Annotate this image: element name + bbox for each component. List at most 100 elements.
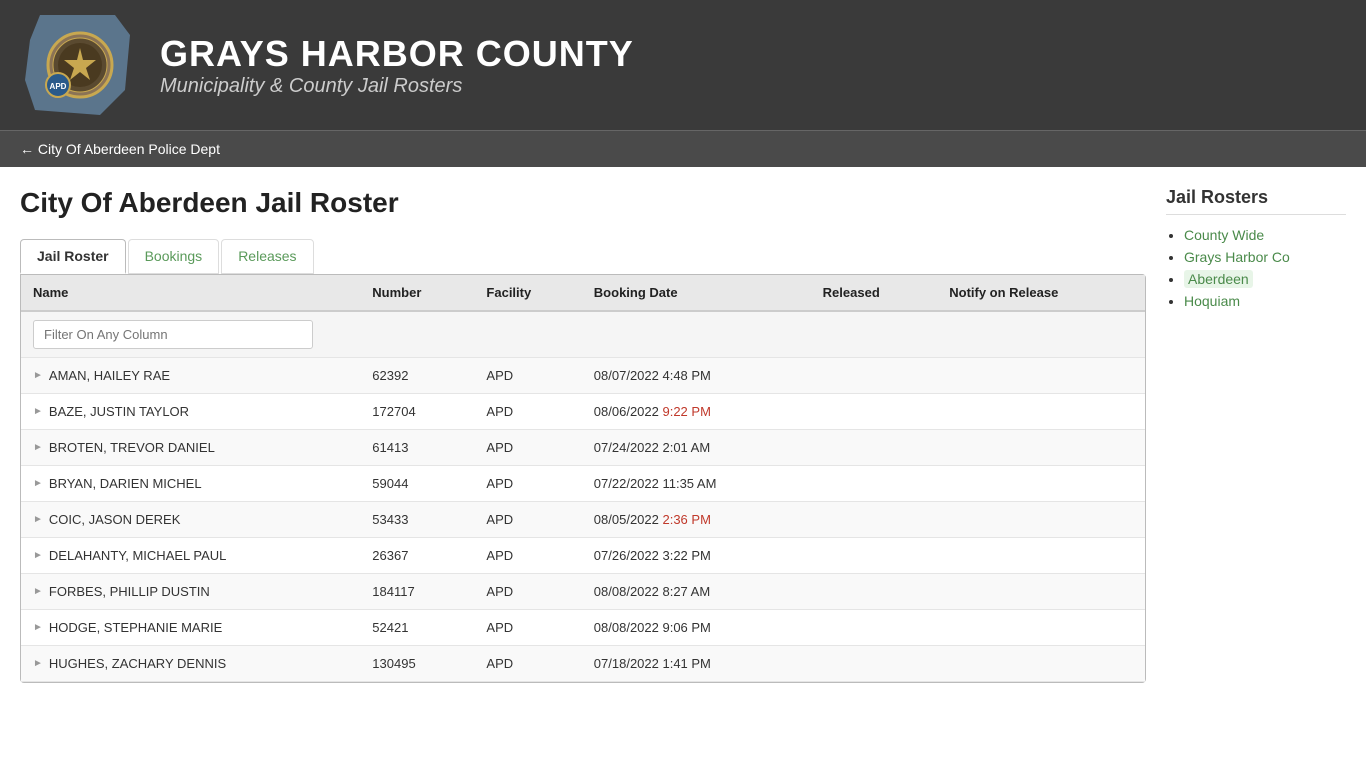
- table-row[interactable]: ►BAZE, JUSTIN TAYLOR172704APD08/06/2022 …: [21, 394, 1145, 430]
- table-row[interactable]: ►FORBES, PHILLIP DUSTIN184117APD08/08/20…: [21, 574, 1145, 610]
- cell-facility: APD: [474, 430, 581, 466]
- inmate-name: HUGHES, ZACHARY DENNIS: [49, 656, 226, 671]
- cell-notify: [937, 502, 1145, 538]
- row-expand-icon[interactable]: ►: [33, 550, 43, 561]
- sidebar: Jail Rosters County Wide Grays Harbor Co…: [1166, 187, 1346, 683]
- cell-number: 53433: [360, 502, 474, 538]
- table-row[interactable]: ►DELAHANTY, MICHAEL PAUL26367APD07/26/20…: [21, 538, 1145, 574]
- cell-name: ► HUGHES, ZACHARY DENNIS: [21, 646, 360, 682]
- table-row[interactable]: ► HUGHES, ZACHARY DENNIS 130495APD07/18/20…: [21, 646, 1145, 682]
- roster-table-wrapper: Name Number Facility Booking Date Releas…: [20, 274, 1146, 683]
- col-booking-date: Booking Date: [582, 275, 811, 311]
- sidebar-item-county-wide: County Wide: [1184, 227, 1346, 243]
- cell-number: 172704: [360, 394, 474, 430]
- inmate-name: DELAHANTY, MICHAEL PAUL: [49, 548, 226, 563]
- inmate-name: BRYAN, DARIEN MICHEL: [49, 476, 202, 491]
- cell-booking-date: 08/06/2022 9:22 PM: [582, 394, 811, 430]
- cell-booking-date: 07/22/2022 11:35 AM: [582, 466, 811, 502]
- cell-facility: APD: [474, 466, 581, 502]
- sidebar-link-aberdeen[interactable]: Aberdeen: [1184, 270, 1253, 288]
- cell-released: [811, 466, 938, 502]
- filter-input[interactable]: [33, 320, 313, 349]
- row-expand-icon[interactable]: ►: [33, 658, 43, 669]
- cell-number: 52421: [360, 610, 474, 646]
- col-number: Number: [360, 275, 474, 311]
- cell-booking-date: 08/05/2022 2:36 PM: [582, 502, 811, 538]
- sidebar-link-county-wide[interactable]: County Wide: [1184, 227, 1264, 243]
- col-released: Released: [811, 275, 938, 311]
- tab-bookings[interactable]: Bookings: [128, 239, 220, 274]
- row-expand-icon[interactable]: ►: [33, 406, 43, 417]
- cell-number: 61413: [360, 430, 474, 466]
- cell-number: 62392: [360, 358, 474, 394]
- cell-released: [811, 430, 938, 466]
- cell-facility: APD: [474, 358, 581, 394]
- table-row[interactable]: ►AMAN, HAILEY RAE62392APD08/07/2022 4:48…: [21, 358, 1145, 394]
- table-row[interactable]: ► BRYAN, DARIEN MICHEL 59044APD07/22/2022 …: [21, 466, 1145, 502]
- col-notify: Notify on Release: [937, 275, 1145, 311]
- row-expand-icon[interactable]: ►: [33, 514, 43, 525]
- sidebar-title: Jail Rosters: [1166, 187, 1346, 215]
- cell-released: [811, 358, 938, 394]
- site-subtitle: Municipality & County Jail Rosters: [160, 75, 634, 98]
- row-expand-icon[interactable]: ►: [33, 370, 43, 381]
- tab-jail-roster[interactable]: Jail Roster: [20, 239, 126, 274]
- row-expand-icon[interactable]: ►: [33, 622, 43, 633]
- row-expand-icon[interactable]: ►: [33, 586, 43, 597]
- cell-notify: [937, 646, 1145, 682]
- sidebar-link-hoquiam[interactable]: Hoquiam: [1184, 293, 1240, 309]
- cell-released: [811, 574, 938, 610]
- cell-released: [811, 502, 938, 538]
- cell-booking-date: 07/24/2022 2:01 AM: [582, 430, 811, 466]
- cell-booking-date: 08/08/2022 8:27 AM: [582, 574, 811, 610]
- cell-notify: [937, 358, 1145, 394]
- sidebar-item-aberdeen: Aberdeen: [1184, 271, 1346, 287]
- tab-bar: Jail Roster Bookings Releases: [20, 239, 1146, 274]
- date-highlight: 9:22 PM: [662, 404, 710, 419]
- cell-released: [811, 646, 938, 682]
- svg-text:APD: APD: [50, 82, 67, 91]
- main-container: City Of Aberdeen Jail Roster Jail Roster…: [0, 167, 1366, 703]
- cell-notify: [937, 394, 1145, 430]
- tab-releases[interactable]: Releases: [221, 239, 313, 274]
- inmate-name: FORBES, PHILLIP DUSTIN: [49, 584, 210, 599]
- cell-name: ►AMAN, HAILEY RAE: [21, 358, 360, 394]
- cell-name: ►BROTEN, TREVOR DANIEL: [21, 430, 360, 466]
- content-area: City Of Aberdeen Jail Roster Jail Roster…: [20, 187, 1146, 683]
- cell-name: ► BRYAN, DARIEN MICHEL: [21, 466, 360, 502]
- row-expand-icon[interactable]: ►: [33, 442, 43, 453]
- cell-released: [811, 538, 938, 574]
- table-header-row: Name Number Facility Booking Date Releas…: [21, 275, 1145, 311]
- col-facility: Facility: [474, 275, 581, 311]
- cell-name: ► HODGE, STEPHANIE MARIE: [21, 610, 360, 646]
- sidebar-item-hoquiam: Hoquiam: [1184, 293, 1346, 309]
- cell-booking-date: 07/18/2022 1:41 PM: [582, 646, 811, 682]
- sidebar-link-grays-harbor[interactable]: Grays Harbor Co: [1184, 249, 1290, 265]
- cell-facility: APD: [474, 538, 581, 574]
- site-title: GRAYS HARBOR COUNTY: [160, 33, 634, 75]
- table-row[interactable]: ►HODGE, STEPHANIE MARIE52421APD08/08/202…: [21, 610, 1145, 646]
- roster-table: Name Number Facility Booking Date Releas…: [21, 275, 1145, 682]
- table-row[interactable]: ►BROTEN, TREVOR DANIEL61413APD07/24/2022…: [21, 430, 1145, 466]
- cell-number: 130495: [360, 646, 474, 682]
- inmate-name: COIC, JASON DEREK: [49, 512, 180, 527]
- site-header: APD GRAYS HARBOR COUNTY Municipality & C…: [0, 0, 1366, 130]
- page-title: City Of Aberdeen Jail Roster: [20, 187, 1146, 219]
- cell-facility: APD: [474, 646, 581, 682]
- inmate-name: HODGE, STEPHANIE MARIE: [49, 620, 222, 635]
- row-expand-icon[interactable]: ►: [33, 478, 43, 489]
- cell-name: ► FORBES, PHILLIP DUSTIN: [21, 574, 360, 610]
- filter-cell: [21, 311, 1145, 358]
- cell-facility: APD: [474, 502, 581, 538]
- cell-notify: [937, 430, 1145, 466]
- header-text-block: GRAYS HARBOR COUNTY Municipality & Count…: [160, 33, 634, 98]
- cell-notify: [937, 574, 1145, 610]
- cell-facility: APD: [474, 574, 581, 610]
- cell-released: [811, 610, 938, 646]
- back-link[interactable]: ← City Of Aberdeen Police Dept: [20, 141, 220, 157]
- sidebar-links: County Wide Grays Harbor Co Aberdeen Hoq…: [1166, 227, 1346, 309]
- cell-notify: [937, 538, 1145, 574]
- table-row[interactable]: ► COIC, JASON DEREK 53433APD08/05/2022 2:3…: [21, 502, 1145, 538]
- cell-number: 59044: [360, 466, 474, 502]
- cell-number: 26367: [360, 538, 474, 574]
